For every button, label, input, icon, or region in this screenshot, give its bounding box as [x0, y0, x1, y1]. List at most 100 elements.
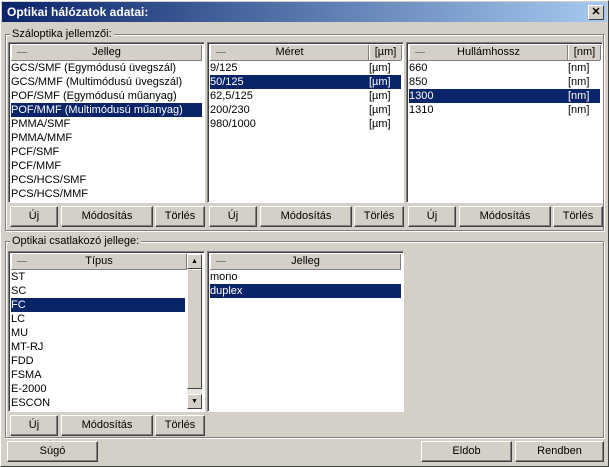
- list-item[interactable]: POF/MMF (Multimódusú műanyag): [11, 103, 202, 117]
- scroll-up-icon[interactable]: ▲: [187, 254, 202, 269]
- jelleg-column-header[interactable]: Jelleg: [11, 45, 202, 60]
- jelleg-delete-button[interactable]: Törlés: [155, 206, 205, 227]
- list-item-value: 50/125: [210, 76, 244, 88]
- list-item[interactable]: POF/SMF (Egymódusú műanyag): [11, 89, 202, 103]
- list-item[interactable]: MU: [11, 326, 185, 340]
- list-item[interactable]: LC: [11, 312, 185, 326]
- list-item[interactable]: PCF/MMF: [11, 159, 202, 173]
- window-title: Optikai hálózatok adatai:: [7, 5, 149, 19]
- list-item[interactable]: PCS/HCS/SMF: [11, 173, 202, 187]
- list-item[interactable]: ST: [11, 270, 185, 284]
- list-item-value: PCS/HCS/SMF: [11, 174, 87, 186]
- dialog-window: Optikai hálózatok adatai: ✕ Száloptika j…: [0, 0, 609, 467]
- list-item[interactable]: 980/1000 [µm]: [210, 117, 401, 131]
- hullamhossz-delete-button[interactable]: Törlés: [553, 206, 603, 227]
- list-item-value: PMMA/MMF: [11, 132, 73, 144]
- list-item[interactable]: 660 [nm]: [409, 61, 600, 75]
- meret-column-header[interactable]: Méret: [210, 45, 369, 60]
- meret-listbox[interactable]: Méret [µm] 9/125 [µm] 50/125 [µm] 62,5/125 [µ…: [207, 42, 404, 203]
- list-item-unit: [nm]: [568, 90, 590, 102]
- ok-button[interactable]: Rendben: [515, 441, 604, 462]
- hullamhossz-header: Hullámhossz [nm]: [409, 45, 601, 61]
- list-item-value: E-2000: [11, 383, 47, 395]
- tipus-delete-button[interactable]: Törlés: [155, 415, 205, 436]
- jelleg-new-button[interactable]: Új: [10, 206, 58, 227]
- list-item[interactable]: FC: [11, 298, 185, 312]
- scroll-down-icon[interactable]: ▼: [187, 394, 202, 409]
- sort-indicator-icon: [216, 261, 226, 262]
- tipus-scrollbar[interactable]: ▲ ▼: [187, 254, 202, 409]
- list-item-value: 1310: [409, 104, 434, 116]
- tipus-column-header[interactable]: Típus: [11, 254, 187, 269]
- meret-delete-button[interactable]: Törlés: [354, 206, 404, 227]
- hullamhossz-listbox[interactable]: Hullámhossz [nm] 660 [nm] 850 [nm] 1300 [nm] 1…: [406, 42, 603, 203]
- hullamhossz-modify-button[interactable]: Módosítás: [459, 206, 551, 227]
- list-item-value: PMMA/SMF: [11, 118, 71, 130]
- conn-jelleg-listbox[interactable]: Jelleg mono duplex: [207, 251, 404, 412]
- list-item-value: 9/125: [210, 62, 238, 74]
- list-item-value: PCF/MMF: [11, 160, 62, 172]
- list-item[interactable]: 9/125 [µm]: [210, 61, 401, 75]
- list-item[interactable]: PCF/SMF: [11, 145, 202, 159]
- list-item-value: POF/MMF (Multimódusú műanyag): [11, 104, 183, 116]
- list-item[interactable]: MT-RJ: [11, 340, 185, 354]
- list-item-value: FSMA: [11, 369, 42, 381]
- list-item-value: FC: [11, 299, 26, 311]
- list-item-value: mono: [210, 271, 238, 283]
- hullamhossz-new-button[interactable]: Új: [408, 206, 456, 227]
- list-item[interactable]: PMMA/MMF: [11, 131, 202, 145]
- list-item-value: 850: [409, 76, 428, 88]
- jelleg-listbox[interactable]: Jelleg GCS/SMF (Egymódusú üvegszál) GCS/M…: [8, 42, 205, 203]
- list-item[interactable]: ESCON: [11, 396, 185, 410]
- list-item-unit: [µm]: [369, 62, 391, 74]
- tipus-modify-button[interactable]: Módosítás: [61, 415, 153, 436]
- list-item-value: ST: [11, 271, 26, 283]
- list-item-value: MU: [11, 327, 29, 339]
- list-item-unit: [nm]: [568, 104, 590, 116]
- help-button[interactable]: Súgó: [7, 441, 98, 462]
- list-item[interactable]: 850 [nm]: [409, 75, 600, 89]
- list-item[interactable]: 62,5/125 [µm]: [210, 89, 401, 103]
- list-item-value: 980/1000: [210, 118, 256, 130]
- list-item[interactable]: 200/230 [µm]: [210, 103, 401, 117]
- meret-unit-column-header[interactable]: [µm]: [369, 45, 402, 60]
- list-item-unit: [nm]: [568, 62, 590, 74]
- list-item-value: GCS/SMF (Egymódusú üvegszál): [11, 62, 177, 74]
- hullamhossz-column-header[interactable]: Hullámhossz: [409, 45, 568, 60]
- jelleg-header: Jelleg: [11, 45, 202, 61]
- list-item[interactable]: PMMA/SMF: [11, 117, 202, 131]
- conn-jelleg-header: Jelleg: [210, 254, 401, 270]
- list-item-value: SC: [11, 285, 27, 297]
- list-item[interactable]: SC: [11, 284, 185, 298]
- scroll-thumb[interactable]: [187, 269, 202, 389]
- list-item[interactable]: 1300 [nm]: [409, 89, 600, 103]
- jelleg-modify-button[interactable]: Módosítás: [61, 206, 153, 227]
- list-item-value: 660: [409, 62, 428, 74]
- list-item[interactable]: E-2000: [11, 382, 185, 396]
- sort-indicator-icon: [17, 261, 27, 262]
- tipus-header: Típus: [11, 254, 187, 270]
- list-item[interactable]: FSMA: [11, 368, 185, 382]
- list-item[interactable]: GCS/MMF (Multimódusú üvegszál): [11, 75, 202, 89]
- sort-indicator-icon: [415, 52, 425, 53]
- list-item[interactable]: duplex: [210, 284, 401, 298]
- list-item[interactable]: GCS/SMF (Egymódusú üvegszál): [11, 61, 202, 75]
- list-item[interactable]: mono: [210, 270, 401, 284]
- meret-new-button[interactable]: Új: [209, 206, 257, 227]
- conn-jelleg-column-header[interactable]: Jelleg: [210, 254, 401, 269]
- connector-group-label: Optikai csatlakozó jellege:: [10, 235, 142, 247]
- sort-indicator-icon: [216, 52, 226, 53]
- fiber-group-label: Száloptika jellemzői:: [10, 28, 114, 40]
- list-item[interactable]: FDD: [11, 354, 185, 368]
- meret-modify-button[interactable]: Módosítás: [260, 206, 352, 227]
- tipus-listbox[interactable]: Típus ST SC FC LC MU MT-RJ FDD FSMA E-2000 ESCON …: [8, 251, 205, 412]
- close-icon[interactable]: ✕: [588, 5, 604, 20]
- list-item[interactable]: 50/125 [µm]: [210, 75, 401, 89]
- list-item[interactable]: 1310 [nm]: [409, 103, 600, 117]
- list-item-unit: [nm]: [568, 76, 590, 88]
- hullamhossz-unit-column-header[interactable]: [nm]: [568, 45, 601, 60]
- discard-button[interactable]: Eldob: [421, 441, 512, 462]
- list-item[interactable]: PCS/HCS/MMF: [11, 187, 202, 201]
- list-item-value: GCS/MMF (Multimódusú üvegszál): [11, 76, 183, 88]
- tipus-new-button[interactable]: Új: [10, 415, 58, 436]
